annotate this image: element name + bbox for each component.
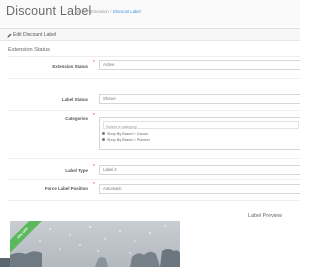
remove-circle-icon[interactable] [102,137,106,141]
label-preview-title: Label Preview [248,213,282,219]
force-label-position-label: Force Label Position [44,186,88,191]
categories-search-input[interactable]: Select a category [103,121,299,129]
divider [8,56,300,57]
category-item-label: Shop By Brand > Pioneer [106,137,150,142]
extension-status-select[interactable]: Active [99,60,300,70]
category-item: Shop By Brand > Canon [102,132,148,136]
breadcrumb-home[interactable]: Home [75,9,86,14]
page-header: Discount Label Home / Extension / Discount L… [0,0,300,26]
extension-status-label: Extension Status [52,64,88,69]
required-indicator: * [93,182,95,188]
required-indicator: * [93,60,95,66]
divider [8,200,300,201]
section-title: Extension Status [8,47,50,53]
snow-scene-illustration [10,225,180,267]
divider [8,110,300,111]
category-item: Shop By Brand > Pioneer [102,137,150,142]
label-preview-image: 10% OFF [10,221,180,267]
remove-circle-icon[interactable] [102,132,106,136]
force-label-position-select[interactable]: Automatic [99,184,300,194]
label-type-label: Label Type [65,168,88,173]
divider [8,179,300,180]
breadcrumb-extension[interactable]: Extension [90,9,108,14]
required-indicator: * [93,164,95,170]
divider [8,78,300,79]
category-item-label: Shop By Brand > Canon [106,132,148,136]
breadcrumb: Home / Extension / Discount Label [75,9,141,14]
label-status-label: Label Status [61,97,88,102]
categories-field: Select a category Shop By Brand > Canon … [99,117,300,150]
label-status-select[interactable]: Shown [99,94,300,104]
pencil-icon [7,33,12,37]
decorative-block [0,258,10,267]
panel-heading-text: Edit Discount Label [13,32,57,38]
panel-heading: Edit Discount Label [0,29,300,41]
divider [8,158,300,159]
required-indicator: * [93,113,95,119]
breadcrumb-discount-label[interactable]: Discount Label [113,9,141,14]
label-type-select[interactable]: Label 2 [99,165,300,175]
categories-label: Categories [65,116,88,121]
